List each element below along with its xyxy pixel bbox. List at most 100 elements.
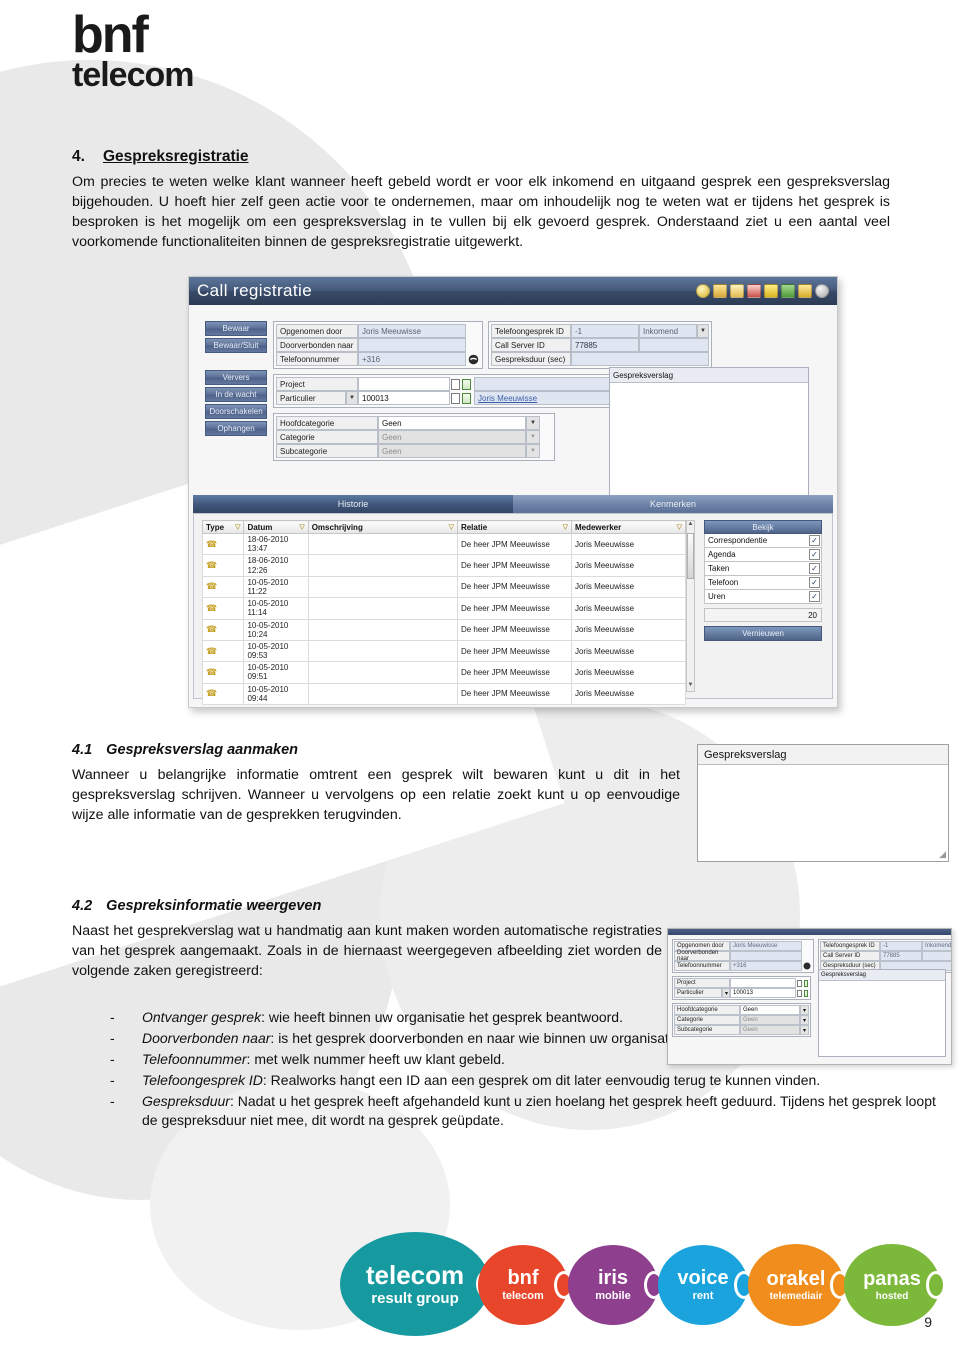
contact-add-icon[interactable] <box>713 284 727 298</box>
particulier-value[interactable]: 100013 <box>358 391 450 405</box>
note-icon[interactable] <box>798 284 812 298</box>
phone-icon: ☎ <box>206 602 218 613</box>
inset-search-record-icon <box>797 979 802 987</box>
cell-medewerker: Joris Meeuwisse <box>570 639 687 663</box>
phone-icon: ☎ <box>206 645 218 656</box>
hangup-phone-icon[interactable] <box>466 352 480 366</box>
col-relatie[interactable]: Relatie ▽ <box>456 520 572 534</box>
checkbox-correspondentie[interactable]: Correspondentie ✓ <box>704 534 822 548</box>
table-scrollbar[interactable]: ▲ ▼ <box>686 520 695 692</box>
particulier-lookup-icons[interactable] <box>450 391 474 405</box>
subcategorie-value[interactable]: Geen <box>378 444 526 458</box>
categorie-value[interactable]: Geen <box>378 430 526 444</box>
ververs-button[interactable]: Ververs <box>205 370 267 385</box>
contact-icon[interactable] <box>730 284 744 298</box>
scrollbar-thumb[interactable] <box>687 533 694 579</box>
calendar-icon[interactable] <box>747 284 761 298</box>
gespreksduur-value[interactable] <box>571 352 709 366</box>
telefoonnummer-value[interactable]: +316 <box>358 352 466 366</box>
checkbox-agenda[interactable]: Agenda ✓ <box>704 548 822 562</box>
checkbox-box[interactable]: ✓ <box>809 535 820 546</box>
opgenomen-door-value[interactable]: Joris Meeuwisse <box>358 324 466 338</box>
section-4-number: 4. <box>72 148 85 165</box>
checkbox-box[interactable]: ✓ <box>809 549 820 560</box>
tab-historie[interactable]: Historie <box>193 495 513 513</box>
cell-datum: 10-05-2010 11:14 <box>243 597 309 620</box>
call-server-id-value[interactable]: 77885 <box>571 338 639 352</box>
search-record-icon[interactable] <box>451 378 460 390</box>
refresh-icon[interactable] <box>781 284 795 298</box>
historie-table: Type ▽ Datum ▽ Omschrijving ▽ Relatie ▽ Mede… <box>201 520 687 706</box>
filter-icon-omschrijving[interactable]: ▽ <box>449 523 454 531</box>
ophangen-button[interactable]: Ophangen <box>205 421 267 436</box>
opgenomen-door-row: Opgenomen door Joris Meeuwisse <box>276 324 480 338</box>
search-relation-icon[interactable] <box>451 392 460 404</box>
record-count-field[interactable]: 20 <box>704 608 822 622</box>
bekijk-side-panel: Bekijk Correspondentie ✓ Agenda ✓ Taken ✓ Tele… <box>704 520 822 641</box>
checkbox-box[interactable]: ✓ <box>809 563 820 574</box>
col-medewerker[interactable]: Medewerker ▽ <box>570 520 687 534</box>
table-row[interactable]: ☎ 10-05-2010 11:22 De heer JPM Meeuwisse Jo… <box>201 575 687 599</box>
table-row[interactable]: ☎ 10-05-2010 09:51 De heer JPM Meeuwisse Jo… <box>201 661 687 684</box>
vernieuwen-button[interactable]: Vernieuwen <box>704 626 822 641</box>
section-4-2-title: Gespreksinformatie weergeven <box>106 898 322 914</box>
call-direction-value[interactable]: Inkomend <box>639 324 697 338</box>
gespreksduur-row: Gespreksduur (sec) <box>491 352 709 366</box>
subcategorie-dropdown-arrow[interactable]: ▼ <box>526 444 540 458</box>
filter-icon-medewerker[interactable]: ▽ <box>677 523 682 531</box>
col-omschrijving[interactable]: Omschrijving ▽ <box>307 520 458 534</box>
edit-icon[interactable] <box>764 284 778 298</box>
bekijk-header[interactable]: Bekijk <box>704 520 822 534</box>
table-row[interactable]: ☎ 10-05-2010 09:53 De heer JPM Meeuwisse Jo… <box>201 639 687 663</box>
bewaar-sluit-button[interactable]: Bewaar/Sluit <box>205 338 267 353</box>
search-icon[interactable] <box>696 284 710 298</box>
filter-icon-relatie[interactable]: ▽ <box>563 523 568 531</box>
scroll-down-arrow[interactable]: ▼ <box>687 682 694 691</box>
list-item-term: Telefoongesprek ID <box>142 1071 263 1088</box>
checkbox-uren[interactable]: Uren ✓ <box>704 590 822 604</box>
relatie-link[interactable]: Joris Meeuwisse <box>478 394 537 403</box>
table-row[interactable]: ☎ 10-05-2010 11:14 De heer JPM Meeuwisse Jo… <box>201 597 687 620</box>
col-type[interactable]: Type ▽ <box>201 520 245 534</box>
table-row[interactable]: ☎ 10-05-2010 09:44 De heer JPM Meeuwisse Jo… <box>201 682 687 706</box>
table-row[interactable]: ☎ 10-05-2010 10:24 De heer JPM Meeuwisse Jo… <box>201 618 687 641</box>
telefoongesprek-id-value[interactable]: -1 <box>571 324 639 338</box>
bewaar-button[interactable]: Bewaar <box>205 321 267 336</box>
col-datum[interactable]: Datum ▽ <box>243 520 309 534</box>
gespreksverslag-illustration: Gespreksverslag ◢ <box>697 744 949 862</box>
cell-omschrijving <box>307 575 458 599</box>
call-registratie-screenshot: Call registratie Bewaar Bewaar/Sluit Ver… <box>188 276 838 708</box>
section-4-2-number: 4.2 <box>72 898 93 914</box>
table-row[interactable]: ☎ 18-06-2010 13:47 De heer JPM Meeuwisse Jo… <box>201 532 687 556</box>
tab-kenmerken[interactable]: Kenmerken <box>513 495 833 513</box>
hoofdcategorie-dropdown-arrow[interactable]: ▼ <box>526 416 540 430</box>
call-direction-dropdown-arrow[interactable]: ▼ <box>697 324 709 338</box>
checkbox-box[interactable]: ✓ <box>809 577 820 588</box>
doorschakelen-button[interactable]: Doorschakelen <box>205 404 267 419</box>
new-relation-icon[interactable] <box>462 392 471 404</box>
logo-connector-dot <box>926 1271 946 1299</box>
doorverbonden-value[interactable] <box>358 338 466 352</box>
hoofdcategorie-value[interactable]: Geen <box>378 416 526 430</box>
in-de-wacht-button[interactable]: In de wacht <box>205 387 267 402</box>
filter-icon-datum[interactable]: ▽ <box>299 523 304 531</box>
list-item: - Telefoonnummer: met welk nummer heeft u… <box>110 1050 685 1070</box>
checkbox-telefoon[interactable]: Telefoon ✓ <box>704 576 822 590</box>
project-value[interactable] <box>358 377 450 391</box>
cell-datum: 10-05-2010 09:51 <box>243 661 309 684</box>
cell-type: ☎ <box>201 682 245 706</box>
project-lookup-icons[interactable] <box>450 377 474 391</box>
section-4-title: Gespreksregistratie <box>102 148 249 165</box>
filter-icon-type[interactable]: ▽ <box>235 523 240 531</box>
particulier-dropdown-arrow[interactable]: ▼ <box>346 391 358 405</box>
scroll-up-arrow[interactable]: ▲ <box>687 521 694 530</box>
table-row[interactable]: ☎ 18-06-2010 12:26 De heer JPM Meeuwisse Jo… <box>201 554 687 577</box>
telefoonnummer-row: Telefoonnummer +316 <box>276 352 480 366</box>
checkbox-box[interactable]: ✓ <box>809 591 820 602</box>
categorie-dropdown-arrow[interactable]: ▼ <box>526 430 540 444</box>
help-icon[interactable] <box>815 284 829 298</box>
list-item: - Ontvanger gesprek: wie heeft binnen uw … <box>110 1008 685 1028</box>
list-item-text: Telefoongesprek ID: Realworks hangt een … <box>142 1071 821 1088</box>
checkbox-taken[interactable]: Taken ✓ <box>704 562 822 576</box>
new-record-icon[interactable] <box>462 378 471 390</box>
